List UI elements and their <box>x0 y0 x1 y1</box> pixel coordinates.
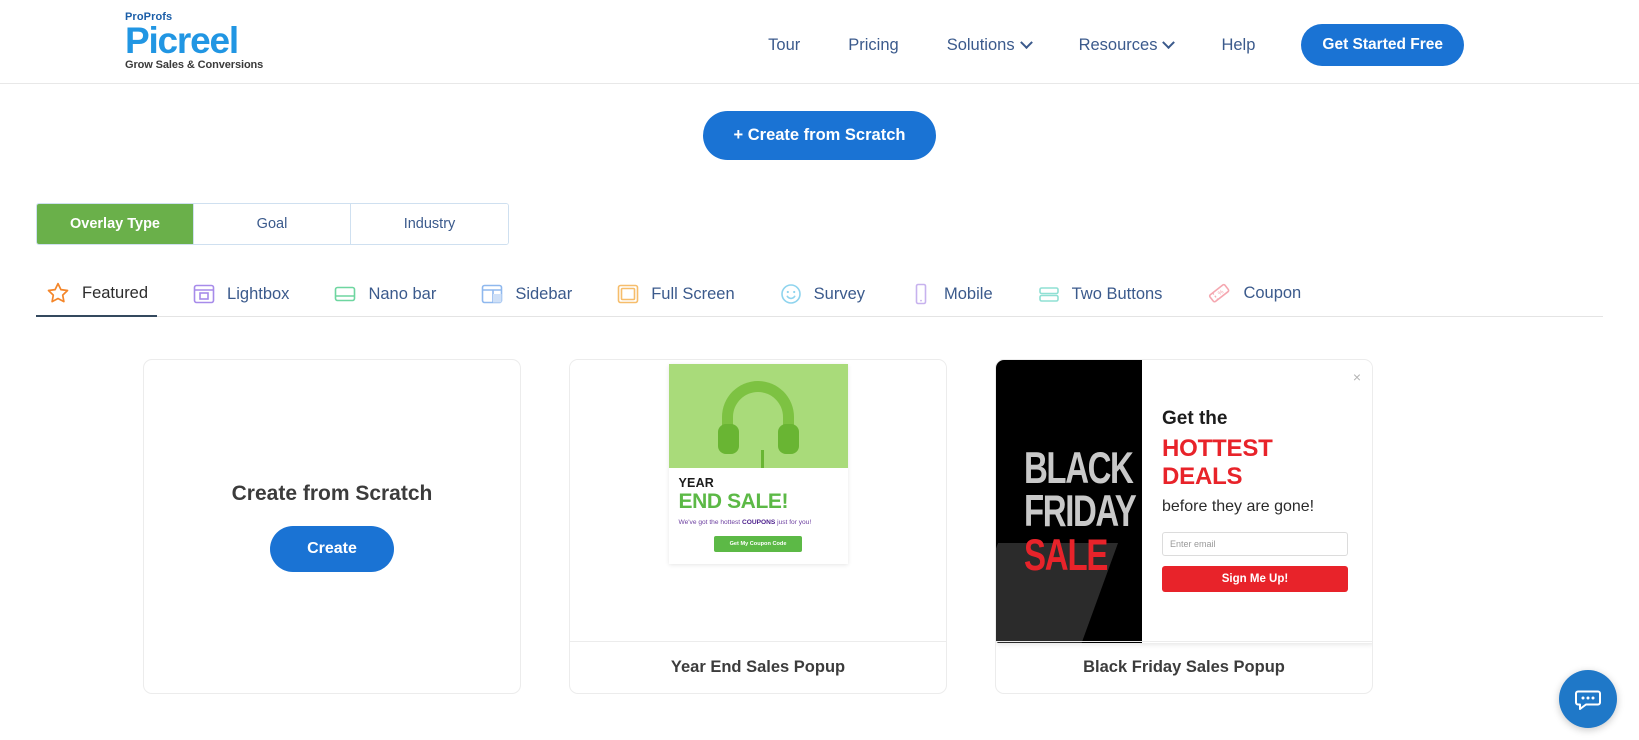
tab-sidebar[interactable]: Sidebar <box>481 283 595 316</box>
card-caption: Black Friday Sales Popup <box>996 641 1372 693</box>
chat-bubble-icon <box>1575 690 1601 710</box>
nav-item-label: Pricing <box>848 35 899 54</box>
chevron-down-icon <box>1019 35 1033 49</box>
year-end-popup-mockup: YEAR END SALE! We've got the hottest COU… <box>668 364 848 565</box>
nav-item-label: Tour <box>768 35 801 54</box>
mobile-icon <box>915 283 927 305</box>
tab-coupon[interactable]: % Coupon <box>1207 281 1324 316</box>
headphones-image <box>668 364 848 468</box>
filter-type-segmented-control: Overlay Type Goal Industry <box>36 203 509 245</box>
main-navigation: Tour Pricing Solutions Resources Help Ge… <box>744 24 1464 66</box>
get-my-coupon-code-button[interactable]: Get My Coupon Code <box>714 536 802 553</box>
tab-label: Sidebar <box>515 284 573 303</box>
overlay-type-tabs: Featured Lightbox Nano bar Sidebar Full <box>36 273 1603 317</box>
nav-item-label: Solutions <box>946 35 1015 54</box>
create-from-scratch-section: + Create from Scratch <box>0 111 1639 160</box>
segment-overlay-type[interactable]: Overlay Type <box>37 204 194 244</box>
template-grid: Create from Scratch Create YEAR END SALE… <box>143 359 1639 694</box>
close-icon[interactable]: × <box>1353 370 1361 384</box>
template-card-black-friday-sales[interactable]: BLACK FRIDAY SALE × Get the HOTTEST DEAL… <box>995 359 1373 694</box>
art-line-black: BLACK <box>1024 442 1134 493</box>
svg-text:%: % <box>1218 289 1226 297</box>
logo-picreel-text: Picreel <box>125 19 239 61</box>
year-end-popup-body: YEAR END SALE! We've got the hottest COU… <box>669 468 848 564</box>
sign-me-up-button[interactable]: Sign Me Up! <box>1162 566 1348 592</box>
tab-label: Lightbox <box>227 284 290 303</box>
template-card-year-end-sales[interactable]: YEAR END SALE! We've got the hottest COU… <box>569 359 947 694</box>
year-end-heading-main: END SALE! <box>678 489 789 513</box>
year-end-subtext-post: just for you! <box>775 518 812 526</box>
year-end-subtext: We've got the hottest COUPONS just for y… <box>679 518 838 528</box>
site-header: ProProfs Picreel Grow Sales & Conversion… <box>0 0 1639 84</box>
tab-label: Two Buttons <box>1071 284 1163 303</box>
year-end-preview: YEAR END SALE! We've got the hottest COU… <box>570 360 946 643</box>
black-friday-heading-1: Get the <box>1162 408 1228 429</box>
sidebar-icon <box>482 284 503 304</box>
black-friday-art-panel: BLACK FRIDAY SALE <box>996 360 1142 643</box>
tab-full-screen[interactable]: Full Screen <box>617 283 757 316</box>
tab-two-buttons[interactable]: Two Buttons <box>1038 283 1186 316</box>
segment-industry[interactable]: Industry <box>351 204 508 244</box>
nav-item-help[interactable]: Help <box>1197 36 1279 55</box>
art-line-friday: FRIDAY <box>1024 485 1137 536</box>
segment-goal[interactable]: Goal <box>194 204 351 244</box>
two-buttons-icon <box>1038 287 1059 302</box>
create-from-scratch-button[interactable]: + Create from Scratch <box>702 111 937 160</box>
get-started-free-button[interactable]: Get Started Free <box>1301 24 1464 66</box>
nav-item-label: Help <box>1221 35 1256 54</box>
logo-tagline-text: Grow Sales & Conversions <box>125 59 264 72</box>
lightbox-icon <box>193 284 215 304</box>
chat-widget-button[interactable] <box>1559 670 1617 728</box>
tab-mobile[interactable]: Mobile <box>910 283 1016 316</box>
card-title: Create from Scratch <box>231 481 433 505</box>
black-friday-content-panel: × Get the HOTTEST DEALS before they are … <box>1142 360 1372 643</box>
tab-label: Coupon <box>1243 283 1302 302</box>
nav-item-label: Resources <box>1078 35 1158 54</box>
template-card-create-from-scratch[interactable]: Create from Scratch Create <box>143 359 521 694</box>
tab-survey[interactable]: Survey <box>780 283 888 316</box>
headphone-cup-right-shape <box>777 424 799 454</box>
nano-bar-icon <box>335 286 356 302</box>
year-end-subtext-pre: We've got the hottest <box>678 518 742 526</box>
nav-item-resources[interactable]: Resources <box>1055 36 1198 55</box>
black-friday-heading-3: before they are gone! <box>1162 498 1315 515</box>
star-icon <box>47 282 69 303</box>
black-friday-art-text: BLACK FRIDAY SALE <box>1024 442 1137 577</box>
nav-item-pricing[interactable]: Pricing <box>824 36 922 55</box>
full-screen-icon <box>617 284 639 304</box>
tab-label: Full Screen <box>651 284 735 303</box>
art-line-sale: SALE <box>1024 529 1108 580</box>
tab-nano-bar[interactable]: Nano bar <box>334 283 459 316</box>
nav-item-solutions[interactable]: Solutions <box>923 36 1055 55</box>
nav-item-tour[interactable]: Tour <box>744 36 824 55</box>
year-end-heading-top: YEAR <box>678 476 715 490</box>
tab-label: Mobile <box>944 284 993 303</box>
headphone-cup-left-shape <box>717 424 739 454</box>
picreel-logo[interactable]: ProProfs Picreel Grow Sales & Conversion… <box>125 11 264 72</box>
email-field[interactable]: Enter email <box>1162 532 1348 556</box>
year-end-subtext-bold: COUPONS <box>741 518 776 526</box>
tab-featured[interactable]: Featured <box>36 281 171 317</box>
black-friday-heading-2: HOTTEST DEALS <box>1162 435 1273 490</box>
survey-icon <box>780 284 801 304</box>
black-friday-popup-mockup: BLACK FRIDAY SALE × Get the HOTTEST DEAL… <box>996 360 1372 643</box>
tab-lightbox[interactable]: Lightbox <box>193 283 312 316</box>
headphone-cord-shape <box>760 450 764 468</box>
tab-label: Nano bar <box>368 284 437 303</box>
card-caption: Year End Sales Popup <box>570 641 946 693</box>
coupon-icon: % <box>1209 283 1230 303</box>
create-button[interactable]: Create <box>270 525 394 572</box>
tab-label: Featured <box>82 283 149 302</box>
chevron-down-icon <box>1162 35 1176 49</box>
tab-label: Survey <box>813 284 866 303</box>
